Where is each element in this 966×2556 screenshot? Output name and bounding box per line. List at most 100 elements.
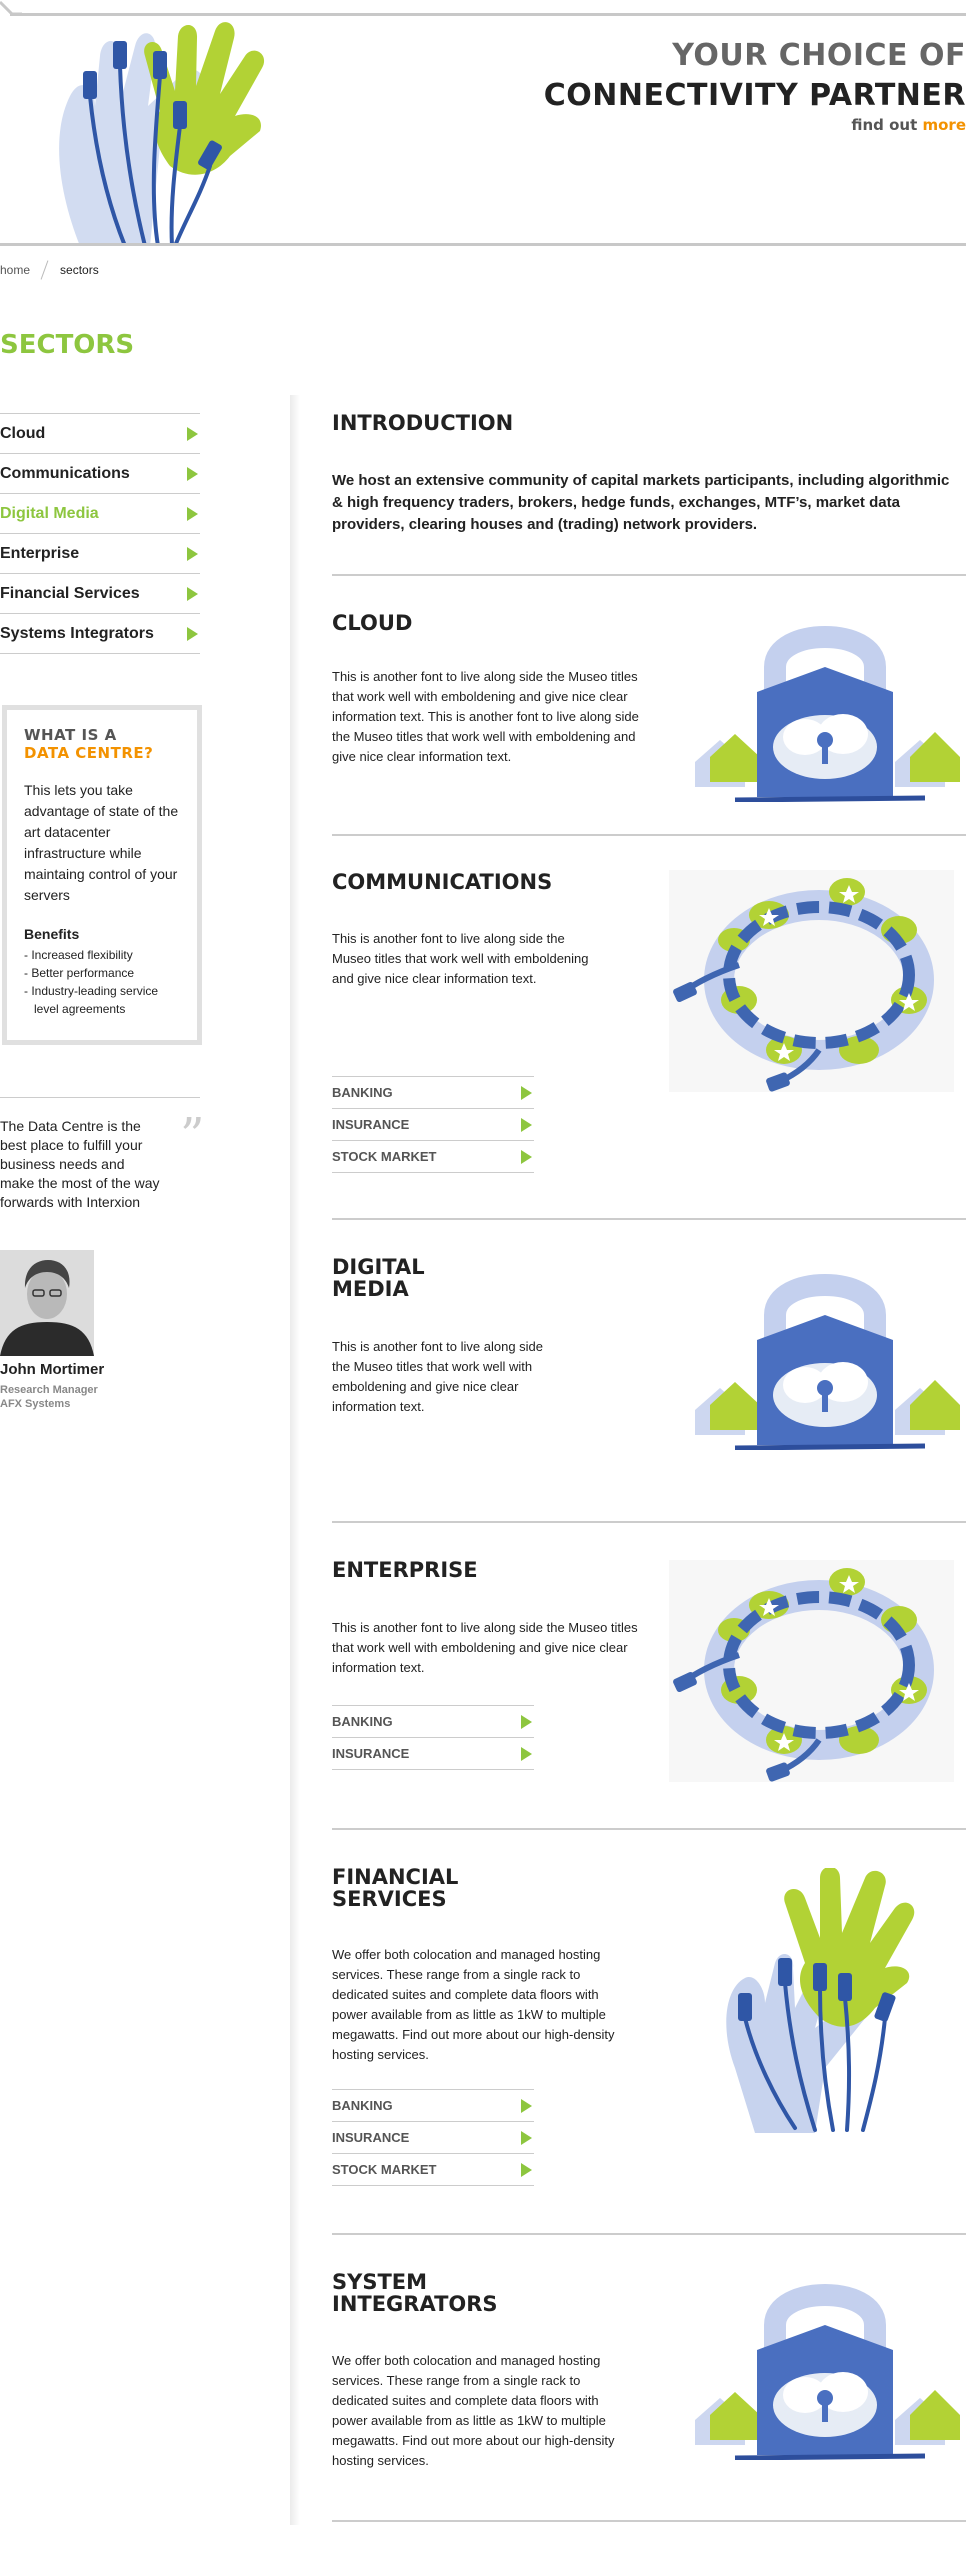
title-line: MEDIA [332, 1277, 409, 1301]
title-line: DIGITAL [332, 1255, 425, 1279]
section-divider [332, 574, 966, 576]
page-title: SECTORS [0, 330, 135, 360]
sidebar-item-label: Digital Media [0, 504, 99, 522]
find-out-text: find out [851, 116, 923, 134]
hero-hand-cables-illustration [59, 22, 265, 246]
section-title-communications: COMMUNICATIONS [332, 870, 553, 894]
testimonial-quote: The Data Centre is the best place to ful… [0, 1118, 160, 1210]
sidebar-item-label: Enterprise [0, 544, 80, 562]
sublist-item-stock-market[interactable]: STOCK MARKET [332, 1141, 534, 1173]
arrow-right-icon [187, 466, 198, 481]
hero-title-line2: CONNECTIVITY PARTNER [543, 78, 966, 113]
padlock-cloud-illustration [695, 626, 960, 802]
benefit-item: - Increased flexibility [24, 948, 133, 962]
section-text-communications: This is another font to live along side … [332, 931, 589, 986]
benefit-item: - Better performance [24, 966, 135, 980]
section-text-financial-services: We offer both colocation and managed hos… [332, 1947, 615, 2062]
sublist-item-insurance[interactable]: INSURANCE [332, 1738, 534, 1770]
avatar [0, 1250, 94, 1356]
title-line: INTEGRATORS [332, 2292, 498, 2316]
person-company: AFX Systems [0, 1398, 71, 1410]
padlock-cloud-illustration [695, 1274, 960, 1450]
sublist-item-label: BANKING [332, 2098, 393, 2113]
testimonial-divider [0, 1097, 200, 1098]
sublist-item-label: BANKING [332, 1714, 393, 1729]
arrow-right-icon [187, 426, 198, 441]
arrow-right-icon [187, 546, 198, 561]
hero-title-line1: YOUR CHOICE OF [672, 38, 966, 73]
section-text-system-integrators: We offer both colocation and managed hos… [332, 2353, 615, 2468]
sidebar-item-label: Systems Integrators [0, 624, 154, 642]
sublist-item-label: INSURANCE [332, 1746, 410, 1761]
sublist-item-stock-market[interactable]: STOCK MARKET [332, 2154, 534, 2186]
arrow-right-icon [187, 626, 198, 641]
section-divider [332, 834, 966, 836]
arrow-right-icon [521, 2098, 532, 2113]
sublist-item-insurance[interactable]: INSURANCE [332, 1109, 534, 1141]
section-title-enterprise: ENTERPRISE [332, 1558, 478, 1582]
benefits-list: - Increased flexibility - Better perform… [24, 946, 180, 1018]
title-line: SYSTEM [332, 2270, 428, 2294]
data-centre-heading-highlight: DATA CENTRE? [24, 744, 154, 762]
sublist-item-label: STOCK MARKET [332, 2162, 437, 2177]
sublist-item-banking[interactable]: BANKING [332, 1706, 534, 1738]
sublist-item-label: BANKING [332, 1085, 393, 1100]
section-divider [332, 1218, 966, 1220]
sidebar-item-enterprise[interactable]: Enterprise [0, 534, 200, 574]
sublist-item-label: STOCK MARKET [332, 1149, 437, 1164]
breadcrumb-current: sectors [60, 263, 99, 277]
content-column-shadow [290, 395, 300, 2525]
sublist-item-banking[interactable]: BANKING [332, 1077, 534, 1109]
person-photo [0, 1250, 94, 1356]
padlock-cloud-illustration [695, 2284, 960, 2460]
sidebar-item-financial-services[interactable]: Financial Services [0, 574, 200, 614]
person-name: John Mortimer [0, 1361, 105, 1378]
arrow-right-icon [521, 1149, 532, 1164]
section-divider [332, 1828, 966, 1830]
section-text-cloud: This is another font to live along side … [332, 669, 639, 764]
cable-ring-illustration [669, 1560, 954, 1782]
section-title-financial-services: FINANCIAL SERVICES [332, 1866, 458, 1910]
sublist-item-label: INSURANCE [332, 1117, 410, 1132]
sidebar-item-digital-media[interactable]: Digital Media [0, 494, 200, 534]
find-out-more-link[interactable]: find out more [851, 116, 966, 134]
person-role: Research Manager AFX Systems [0, 1383, 98, 1411]
arrow-right-icon [521, 2162, 532, 2177]
person-title: Research Manager [0, 1384, 98, 1396]
financial-services-sublist: BANKING INSURANCE STOCK MARKET [332, 2089, 534, 2186]
sublist-item-banking[interactable]: BANKING [332, 2090, 534, 2122]
enterprise-sublist: BANKING INSURANCE [332, 1705, 534, 1770]
sidebar-item-communications[interactable]: Communications [0, 454, 200, 494]
section-title-digital-media: DIGITAL MEDIA [332, 1256, 425, 1300]
arrow-right-icon [187, 506, 198, 521]
arrow-right-icon [521, 1746, 532, 1761]
sidebar-item-label: Communications [0, 464, 130, 482]
breadcrumb-home-link[interactable]: home [0, 263, 30, 277]
communications-sublist: BANKING INSURANCE STOCK MARKET [332, 1076, 534, 1173]
section-divider [332, 2520, 966, 2522]
benefits-title: Benefits [24, 926, 80, 942]
sidebar-item-label: Financial Services [0, 584, 140, 602]
title-line: FINANCIAL [332, 1865, 459, 1889]
data-centre-info-box: WHAT IS A DATA CENTRE? This lets you tak… [2, 705, 202, 1045]
hand-cables-illustration [726, 1868, 915, 2133]
section-text-enterprise: This is another font to live along side … [332, 1620, 638, 1675]
sublist-item-insurance[interactable]: INSURANCE [332, 2122, 534, 2154]
sidebar-item-systems-integrators[interactable]: Systems Integrators [0, 614, 200, 654]
section-divider [332, 1521, 966, 1523]
quote-mark-icon: ” [180, 1108, 205, 1164]
cable-ring-illustration [669, 870, 954, 1092]
intro-text: We host an extensive community of capita… [332, 472, 950, 533]
breadcrumb: home sectors [0, 262, 99, 278]
sidebar-item-cloud[interactable]: Cloud [0, 414, 200, 454]
title-line: SERVICES [332, 1887, 447, 1911]
intro-title: INTRODUCTION [332, 411, 514, 435]
data-centre-heading: WHAT IS A [24, 726, 117, 744]
arrow-right-icon [521, 2130, 532, 2145]
benefit-item: - Industry-leading service level agreeme… [24, 984, 159, 1016]
breadcrumb-separator [38, 262, 52, 278]
section-title-cloud: CLOUD [332, 611, 413, 635]
arrow-right-icon [521, 1085, 532, 1100]
sublist-item-label: INSURANCE [332, 2130, 410, 2145]
sidebar-nav: Cloud Communications Digital Media Enter… [0, 413, 200, 654]
